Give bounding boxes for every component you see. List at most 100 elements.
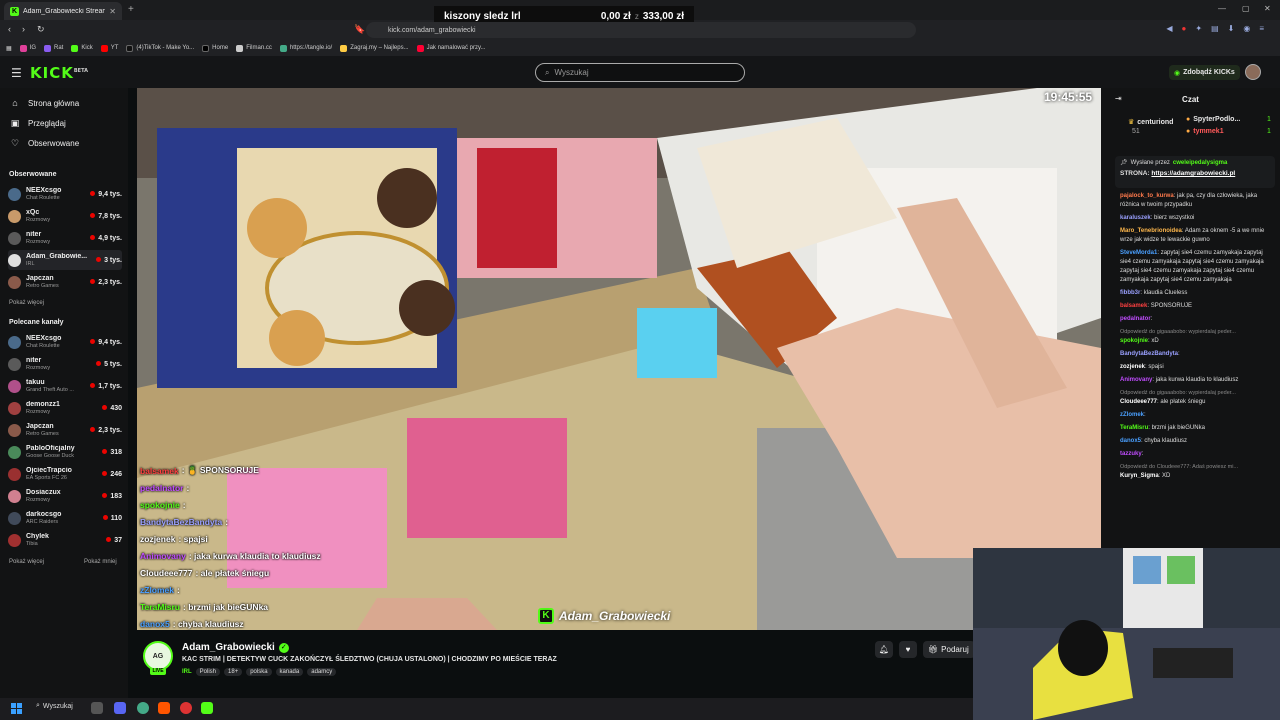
menu-icon[interactable]: ≡ xyxy=(1259,24,1264,33)
sidebar-channel[interactable]: NEEXcsgo Chat Roulette 9,4 tys. xyxy=(8,184,122,204)
chat-message[interactable]: danox5: chyba klaudiusz xyxy=(1120,437,1275,446)
chat-message[interactable]: SteveMorda1: zapytaj sie4 czemu zamyakaj… xyxy=(1120,249,1275,285)
sidebar-channel[interactable]: Dosiaczux Rozmowy 183 xyxy=(8,486,122,506)
search-input[interactable]: ⌕ Wyszukaj xyxy=(535,63,745,82)
chat-message[interactable]: pajalock_to_kurwa: jak pa, czy dla człow… xyxy=(1120,192,1275,210)
gift-sub-button[interactable]: 🎁︎ Podaruj xyxy=(923,641,975,658)
bookmark-filman[interactable]: Filman.cc xyxy=(236,44,272,52)
bookmark-jak-namalowac[interactable]: Jak namalować przy... xyxy=(416,44,486,52)
chat-message[interactable]: balsamek: SPONSORUJE xyxy=(1120,302,1275,311)
chat-message[interactable]: Kuryn_Sigma: XD xyxy=(1120,472,1275,481)
browser-tab[interactable]: K Adam_Grabowiecki Stream - ✕ xyxy=(4,2,122,20)
nav-home[interactable]: ⌂ Strona główna xyxy=(10,98,79,108)
sidebar-channel[interactable]: Chylek Tibia 37 xyxy=(8,530,122,550)
chat-message[interactable]: spokojnie: xD xyxy=(1120,337,1275,346)
chat-message[interactable]: Cloudeee777: ale płatek śniegu xyxy=(1120,398,1275,407)
minimize-icon[interactable]: — xyxy=(1218,4,1226,13)
puzzle-icon[interactable]: ✦ xyxy=(1195,24,1202,33)
notifications-button[interactable]: 🔔︎ xyxy=(875,641,893,658)
discord-icon[interactable] xyxy=(114,702,126,714)
kick-logo[interactable]: KICKBETA xyxy=(30,64,88,82)
record-icon[interactable]: ● xyxy=(1182,24,1187,33)
show-more-followed[interactable]: Pokaż więcej xyxy=(9,300,44,306)
bookmark-tiktok[interactable]: (4)TikTok - Make Yo... xyxy=(126,44,194,52)
chat-username[interactable]: pajalock_to_kurwa xyxy=(1120,193,1174,199)
bookmark-kick[interactable]: Kick xyxy=(71,44,93,52)
nav-following[interactable]: ♡ Obserwowane xyxy=(10,138,79,149)
channel-avatar[interactable]: AG xyxy=(143,641,173,671)
chat-message[interactable]: tazzuky: xyxy=(1120,450,1275,459)
profile-icon[interactable]: ◉ xyxy=(1243,24,1250,33)
chat-username[interactable]: karaluszek xyxy=(1120,215,1151,221)
forward-icon[interactable]: › xyxy=(22,24,25,34)
chrome-icon[interactable] xyxy=(137,702,149,714)
chat-username[interactable]: danox5 xyxy=(1120,438,1141,444)
tag[interactable]: Polish xyxy=(195,668,221,676)
chat-username[interactable]: pedalnator xyxy=(1120,316,1151,322)
taskbar-search[interactable]: ⌕ Wyszukaj xyxy=(36,702,73,710)
bookmark-rat[interactable]: Rat xyxy=(44,44,63,52)
bookmark-zagraj[interactable]: Zagraj.my – Najleps... xyxy=(340,44,409,52)
chat-message[interactable]: karaluszek: bierz wszystkoi xyxy=(1120,214,1275,223)
sidebar-channel[interactable]: darkocsgo ARC Raiders 110 xyxy=(8,508,122,528)
apps-icon[interactable]: ▦ xyxy=(6,45,12,52)
chat-message[interactable]: zZlomek: xyxy=(1120,411,1275,420)
app-icon[interactable] xyxy=(180,702,192,714)
chat-username[interactable]: tazzuky xyxy=(1120,451,1142,457)
chat-username[interactable]: spokojnie xyxy=(1120,338,1148,344)
hamburger-menu-icon[interactable]: ☰ xyxy=(11,66,22,80)
tag[interactable]: adamcy xyxy=(307,668,337,676)
bookmark-yt[interactable]: YT xyxy=(100,44,118,52)
follow-button[interactable]: ♥ xyxy=(899,641,917,658)
pinned-link[interactable]: https://adamgrabowiecki.pl xyxy=(1151,170,1235,177)
leaderboard-entry[interactable]: ● tymmek1 xyxy=(1186,128,1224,135)
sidebar-channel[interactable]: OjciecTrapcio EA Sports FC 26 246 xyxy=(8,464,122,484)
tag[interactable]: 18+ xyxy=(224,668,243,676)
show-less-recommended[interactable]: Pokaż mniej xyxy=(84,559,117,565)
maximize-icon[interactable]: ▢ xyxy=(1242,4,1250,13)
address-bar[interactable]: kick.com/adam_grabowiecki xyxy=(366,22,916,38)
category-link[interactable]: IRL xyxy=(182,669,192,675)
get-kicks-button[interactable]: ◉ Zdobądź KICKs xyxy=(1169,65,1240,80)
chat-username[interactable]: Animovany xyxy=(1120,377,1152,383)
sidebar-channel[interactable]: Adam_Grabowie... IRL 3 tys. xyxy=(8,250,122,270)
chat-username[interactable]: Maro_Tenebrionoidea xyxy=(1120,228,1182,234)
nav-browse[interactable]: ▣ Przeglądaj xyxy=(10,118,66,129)
bookmark-tangle[interactable]: https://tangle.io/ xyxy=(279,44,332,52)
chat-username[interactable]: TeraMisru xyxy=(1120,425,1148,431)
tag[interactable]: polska xyxy=(246,668,272,676)
chat-message[interactable]: fibbb3r: klaudia Clueless xyxy=(1120,289,1275,298)
new-tab-icon[interactable]: + xyxy=(128,4,134,15)
chat-message[interactable]: pedalnator: xyxy=(1120,315,1275,324)
chat-username[interactable]: BandytaBezBandyta xyxy=(1120,351,1178,357)
sidebar-channel[interactable]: niter Rozmowy 5 tys. xyxy=(8,354,122,374)
sidebar-channel[interactable]: Japczan Retro Games 2,3 tys. xyxy=(8,272,122,292)
chat-username[interactable]: balsamek xyxy=(1120,303,1147,309)
close-window-icon[interactable]: ✕ xyxy=(1264,4,1271,13)
sidebar-channel[interactable]: niter Rozmowy 4,9 tys. xyxy=(8,228,122,248)
brave-icon[interactable] xyxy=(158,702,170,714)
chat-message[interactable]: zozjenek: spajsi xyxy=(1120,363,1275,372)
task-view-icon[interactable] xyxy=(91,702,103,714)
kick-app-icon[interactable] xyxy=(201,702,213,714)
chat-username[interactable]: fibbb3r xyxy=(1120,290,1140,296)
show-more-recommended[interactable]: Pokaż więcej xyxy=(9,559,44,565)
tag[interactable]: kanada xyxy=(275,668,304,676)
channel-name[interactable]: Adam_Grabowiecki ✓ xyxy=(182,642,289,653)
user-avatar[interactable] xyxy=(1245,64,1261,80)
sidebar-channel[interactable]: takuu Grand Theft Auto ... 1,7 tys. xyxy=(8,376,122,396)
sidebar-channel[interactable]: PabloOficjalny Goose Goose Duck 318 xyxy=(8,442,122,462)
sidebar-channel[interactable]: Japczan Retro Games 2,3 tys. xyxy=(8,420,122,440)
bookmark-x-home[interactable]: Home xyxy=(202,44,228,52)
windows-start-icon[interactable] xyxy=(11,703,22,714)
chat-message[interactable]: Animovany: jaka kurwa klaudia to klaudiu… xyxy=(1120,376,1275,385)
back-icon[interactable]: ‹ xyxy=(8,24,11,34)
download-icon[interactable]: ⬇ xyxy=(1228,24,1235,33)
leaderboard-entry[interactable]: ● SpyterPodlo... xyxy=(1186,116,1240,123)
chat-message[interactable]: TeraMisru: brzmi jak bieGUNka xyxy=(1120,424,1275,433)
chat-message[interactable]: BandytaBezBandyta: xyxy=(1120,350,1275,359)
chat-username[interactable]: SteveMorda1 xyxy=(1120,250,1157,256)
reload-icon[interactable]: ↻ xyxy=(37,24,45,35)
chat-username[interactable]: Cloudeee777 xyxy=(1120,399,1157,405)
chat-username[interactable]: zZlomek xyxy=(1120,412,1144,418)
